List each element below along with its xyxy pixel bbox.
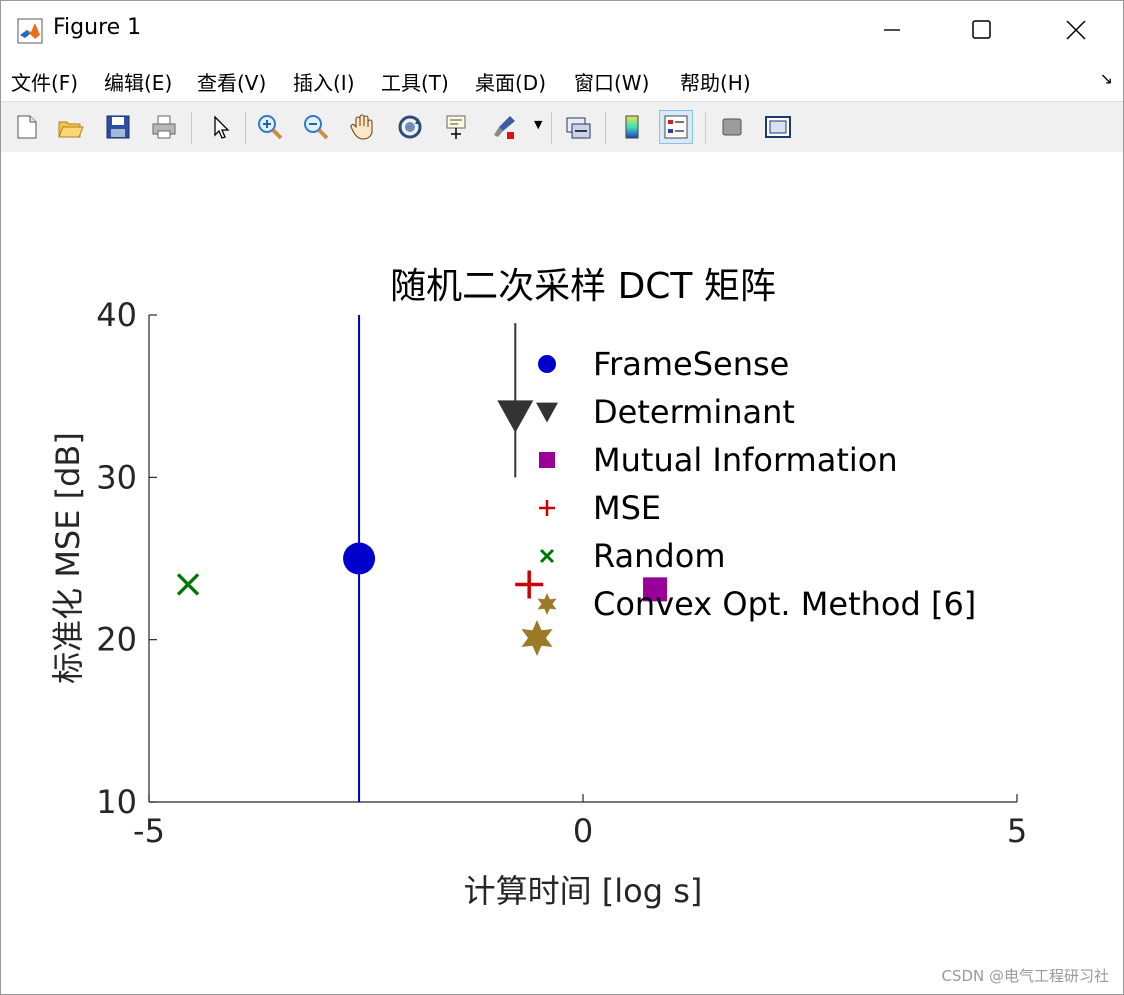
menu-insert[interactable]: 插入(I): [293, 67, 355, 96]
legend-item[interactable]: Random: [539, 537, 725, 575]
legend[interactable]: FrameSense Determinant Mutual Information M…: [536, 345, 976, 623]
y-tick-label: 30: [96, 458, 137, 496]
y-tick-label: 20: [96, 621, 137, 659]
x-tick-label: -5: [133, 812, 165, 850]
data-point: [521, 620, 553, 656]
figure-toolbar: ▼: [1, 101, 1123, 153]
data-point: [343, 542, 376, 575]
window-title: Figure 1: [53, 15, 142, 40]
data-point: [515, 570, 544, 599]
brush-icon[interactable]: [487, 110, 521, 144]
ticks: -5 0 5 10 20 30 40: [96, 296, 1027, 850]
colorbar-icon[interactable]: [615, 110, 649, 144]
legend-label: FrameSense: [593, 345, 789, 383]
legend-marker: [539, 500, 555, 516]
series-mse: [515, 570, 544, 599]
watermark: CSDN @电气工程研习社: [941, 967, 1109, 985]
data-point: [497, 400, 534, 433]
menu-help[interactable]: 帮助(H): [680, 67, 751, 96]
legend-item[interactable]: Determinant: [536, 393, 795, 431]
x-tick-label: 5: [1007, 812, 1027, 850]
legend-icon[interactable]: [659, 110, 693, 144]
menu-view[interactable]: 查看(V): [197, 67, 266, 96]
axes: [148, 315, 1017, 803]
brush-dropdown-icon[interactable]: ▼: [534, 118, 542, 131]
legend-label: MSE: [593, 489, 661, 527]
close-button[interactable]: [1053, 9, 1099, 51]
legend-label: Mutual Information: [593, 441, 898, 479]
legend-marker: [538, 355, 556, 373]
print-icon[interactable]: [147, 110, 181, 144]
menu-tools[interactable]: 工具(T): [381, 67, 449, 96]
data-cursor-icon[interactable]: [439, 110, 473, 144]
menu-window[interactable]: 窗口(W): [574, 67, 649, 96]
legend-label: Random: [593, 537, 725, 575]
legend-item[interactable]: Convex Opt. Method [6]: [537, 585, 977, 623]
series-framesense: [343, 315, 376, 802]
pan-hand-icon[interactable]: [345, 110, 379, 144]
menu-desktop[interactable]: 桌面(D): [475, 67, 546, 96]
maximize-button[interactable]: [959, 9, 1005, 51]
chart[interactable]: -5 0 5 10 20 30 40 FrameSense Determinant Mutual…: [1, 152, 1123, 994]
y-tick-label: 40: [96, 296, 137, 334]
zoom-out-icon[interactable]: [299, 110, 333, 144]
new-figure-icon[interactable]: [9, 110, 43, 144]
close-icon: [1066, 20, 1086, 40]
legend-label: Convex Opt. Method [6]: [593, 585, 976, 623]
legend-marker: [539, 452, 555, 468]
open-file-icon[interactable]: [53, 110, 87, 144]
hide-plot-tools-icon[interactable]: [715, 110, 749, 144]
minimize-button[interactable]: [869, 9, 915, 51]
zoom-in-icon[interactable]: [253, 110, 287, 144]
menu-file[interactable]: 文件(F): [11, 67, 78, 96]
legend-item[interactable]: MSE: [539, 489, 661, 527]
y-axis-label: 标准化 MSE [dB]: [49, 432, 87, 684]
dock-arrow-icon[interactable]: ↘: [1100, 69, 1113, 88]
x-tick-label: 0: [573, 812, 593, 850]
legend-marker: [536, 402, 558, 423]
maximize-icon: [972, 20, 991, 39]
menu-bar: 文件(F) 编辑(E) 查看(V) 插入(I) 工具(T) 桌面(D) 窗口(W…: [1, 61, 1123, 99]
matlab-logo-icon: [17, 18, 43, 44]
legend-item[interactable]: Mutual Information: [539, 441, 898, 479]
y-tick-label: 10: [96, 783, 137, 821]
legend-marker: [537, 593, 557, 615]
figure-canvas: -5 0 5 10 20 30 40 FrameSense Determinant Mutual…: [1, 152, 1123, 994]
legend-item[interactable]: FrameSense: [538, 345, 789, 383]
menu-edit[interactable]: 编辑(E): [104, 67, 172, 96]
title-bar[interactable]: Figure 1: [1, 1, 1123, 59]
link-plot-icon[interactable]: [561, 110, 595, 144]
figure-window: Figure 1 文件(F) 编辑(E) 查看(V) 插入(I) 工具(T) 桌…: [0, 0, 1124, 995]
legend-marker: [539, 548, 555, 564]
series-determinant: [497, 323, 534, 478]
select-arrow-icon[interactable]: [203, 110, 237, 144]
chart-title: 随机二次采样 DCT 矩阵: [390, 266, 776, 307]
save-icon[interactable]: [101, 110, 135, 144]
minimize-icon: [884, 29, 900, 31]
legend-label: Determinant: [593, 393, 795, 431]
rotate-3d-icon[interactable]: [393, 110, 427, 144]
series-random: [176, 573, 200, 596]
series-convex-opt-method-6: [521, 620, 553, 656]
show-plot-tools-icon[interactable]: [761, 110, 795, 144]
x-axis-label: 计算时间 [log s]: [464, 872, 703, 910]
data-point: [176, 573, 200, 596]
